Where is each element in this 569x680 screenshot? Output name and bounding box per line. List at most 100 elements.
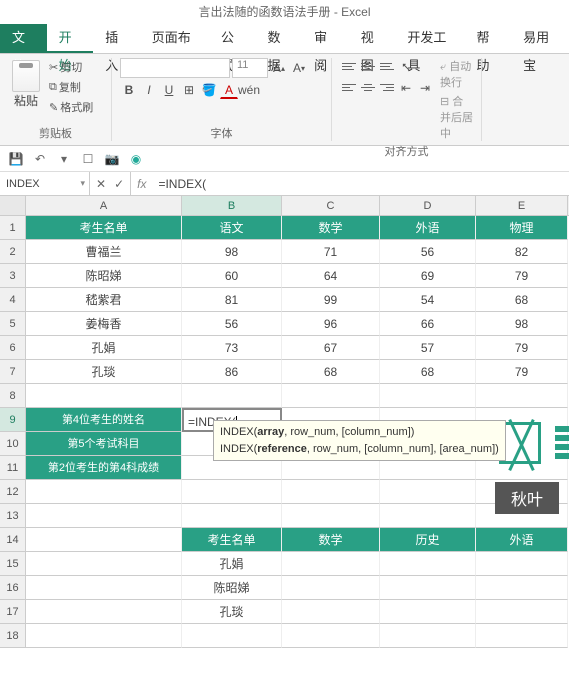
cell[interactable]: 57 [380,336,476,360]
tab-formula[interactable]: 公式 [209,24,256,53]
cell[interactable] [282,480,380,504]
cell[interactable] [476,576,568,600]
cell[interactable] [26,528,182,552]
cell[interactable]: 96 [282,312,380,336]
cell[interactable] [380,600,476,624]
merge-center-button[interactable]: ⊟ 合并后居中 [440,93,473,141]
cell[interactable] [26,384,182,408]
fx-icon[interactable]: fx [131,172,152,195]
cell[interactable]: 60 [182,264,282,288]
row-header[interactable]: 15 [0,552,26,576]
cell[interactable] [182,384,282,408]
row-header[interactable]: 8 [0,384,26,408]
cell[interactable] [26,576,182,600]
cell[interactable] [380,624,476,648]
row-header[interactable]: 13 [0,504,26,528]
row-header[interactable]: 3 [0,264,26,288]
cell[interactable] [476,384,568,408]
cell[interactable]: 68 [282,360,380,384]
table-header[interactable]: 外语 [380,216,476,240]
cell[interactable] [182,504,282,528]
align-top-button[interactable] [340,58,358,74]
cell[interactable]: 67 [282,336,380,360]
table-header[interactable]: 物理 [476,216,568,240]
table-header[interactable]: 数学 [282,216,380,240]
name-box[interactable]: INDEX [0,172,90,195]
tab-view[interactable]: 视图 [349,24,396,53]
row-header[interactable]: 11 [0,456,26,480]
cell[interactable]: 64 [282,264,380,288]
cell[interactable] [380,480,476,504]
row-header[interactable]: 5 [0,312,26,336]
col-header-c[interactable]: C [282,196,380,215]
italic-button[interactable]: I [140,81,158,99]
row-header[interactable]: 16 [0,576,26,600]
underline-button[interactable]: U [160,81,178,99]
table-header[interactable]: 外语 [476,528,568,552]
cell[interactable] [26,624,182,648]
cell[interactable] [380,552,476,576]
cell[interactable] [26,600,182,624]
align-middle-button[interactable] [359,58,377,74]
cell[interactable]: 79 [476,264,568,288]
cancel-formula-button[interactable]: ✕ [96,177,106,191]
col-header-a[interactable]: A [26,196,182,215]
cell[interactable]: 姜梅香 [26,312,182,336]
align-left-button[interactable] [340,79,358,95]
question-label[interactable]: 第5个考试科目 [26,432,182,456]
cell[interactable]: 79 [476,336,568,360]
cell[interactable]: 54 [380,288,476,312]
row-header[interactable]: 14 [0,528,26,552]
orientation-button[interactable]: ⭦ [397,58,415,76]
question-label[interactable]: 第2位考生的第4科成绩 [26,456,182,480]
row-header[interactable]: 10 [0,432,26,456]
cell[interactable]: 98 [476,312,568,336]
cell[interactable] [476,624,568,648]
row-header[interactable]: 18 [0,624,26,648]
cell[interactable] [380,504,476,528]
cell[interactable]: 79 [476,360,568,384]
cell[interactable] [282,624,380,648]
row-header[interactable]: 1 [0,216,26,240]
cell[interactable] [476,552,568,576]
increase-font-button[interactable]: A▴ [270,59,288,77]
cell[interactable]: 陈昭娣 [26,264,182,288]
cell[interactable]: 孔娟 [26,336,182,360]
table-header[interactable]: 考生名单 [182,528,282,552]
cell[interactable]: 71 [282,240,380,264]
cell[interactable]: 98 [182,240,282,264]
wrap-text-button[interactable]: ⤶ 自动换行 [440,58,473,90]
align-right-button[interactable] [378,79,396,95]
format-painter-button[interactable]: ✎格式刷 [48,98,94,116]
cell[interactable] [182,624,282,648]
indent-inc-button[interactable]: ⇥ [416,79,434,97]
cell[interactable]: 陈昭娣 [182,576,282,600]
tab-insert[interactable]: 插入 [93,24,140,53]
tab-yiyong[interactable]: 易用宝 [511,24,569,53]
row-header[interactable]: 6 [0,336,26,360]
cell[interactable] [282,504,380,528]
copy-button[interactable]: ⧉复制 [48,78,94,96]
font-size-select[interactable]: 11 [232,58,268,78]
paste-button[interactable]: 粘贴 [8,58,44,111]
cell[interactable]: 曹福兰 [26,240,182,264]
col-header-e[interactable]: E [476,196,568,215]
col-header-b[interactable]: B [182,196,282,215]
cell[interactable]: 56 [380,240,476,264]
touch-mode-button[interactable]: ☐ [80,151,96,167]
align-bottom-button[interactable] [378,58,396,74]
decrease-font-button[interactable]: A▾ [290,59,308,77]
cell[interactable]: 86 [182,360,282,384]
cell[interactable]: 孔琰 [182,600,282,624]
align-center-button[interactable] [359,79,377,95]
addin-button[interactable]: ◉ [128,151,144,167]
cell[interactable]: 99 [282,288,380,312]
function-tooltip[interactable]: INDEX(array, row_num, [column_num]) INDE… [213,420,506,461]
table-header[interactable]: 考生名单 [26,216,182,240]
cell[interactable]: 81 [182,288,282,312]
border-button[interactable]: ⊞ [180,81,198,99]
cell[interactable]: 68 [476,288,568,312]
accept-formula-button[interactable]: ✓ [114,177,124,191]
cell[interactable] [380,576,476,600]
cell[interactable]: 56 [182,312,282,336]
